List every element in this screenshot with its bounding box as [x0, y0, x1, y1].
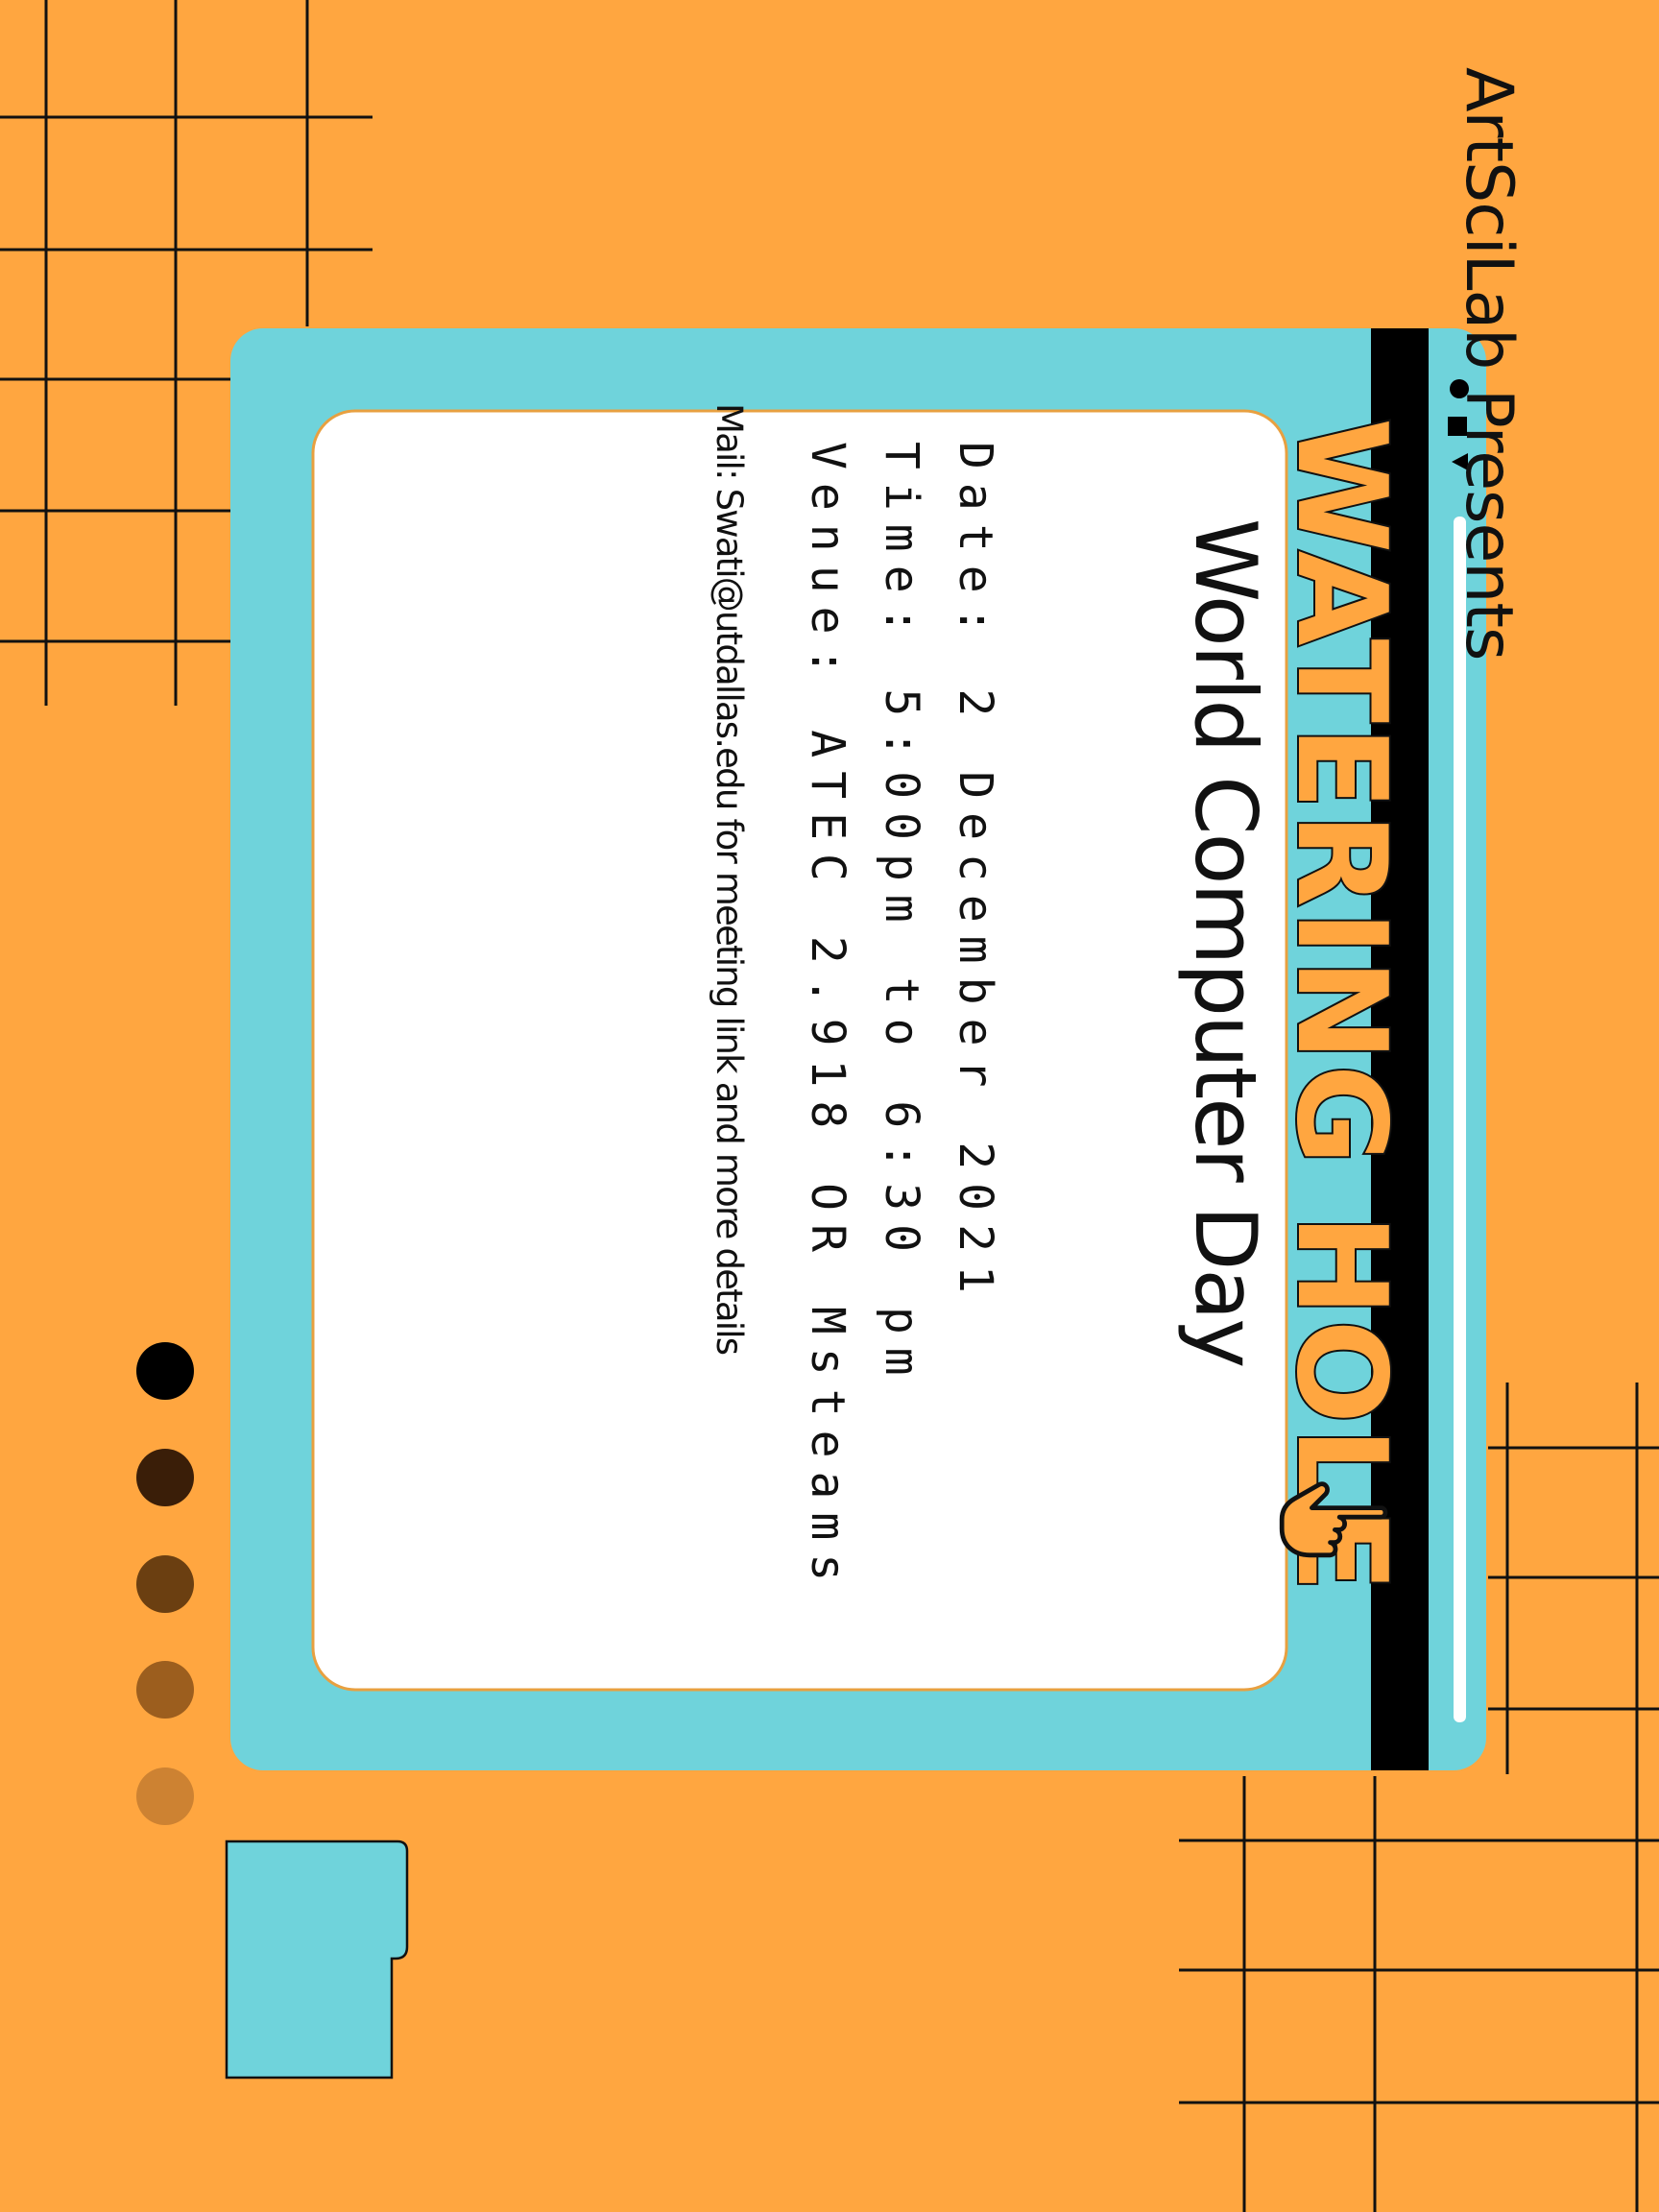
event-mail: Mail: Swati@utdallas.edu for meeting lin… — [709, 403, 750, 1355]
swatch-dot — [136, 1767, 194, 1825]
pointing-hand-icon — [1279, 1481, 1388, 1558]
folder-icon — [225, 1839, 409, 2080]
event-date: Date: 2 December 2021 — [949, 442, 1002, 1307]
event-title: WATERING HOLE — [1267, 416, 1414, 1597]
swatch-dots — [136, 1342, 194, 1825]
event-card: WATERING HOLE World Computer Day Date: 2… — [538, 403, 1498, 1699]
swatch-dot — [136, 1342, 194, 1400]
event-time: Time: 5:00pm to 6:30 pm — [875, 442, 928, 1389]
swatch-dot — [136, 1449, 194, 1506]
swatch-dot — [136, 1555, 194, 1613]
event-subtitle: World Computer Day — [1176, 518, 1275, 1367]
swatch-dot — [136, 1661, 194, 1719]
event-venue: Venue: ATEC 2.918 OR Msteams — [801, 442, 854, 1596]
